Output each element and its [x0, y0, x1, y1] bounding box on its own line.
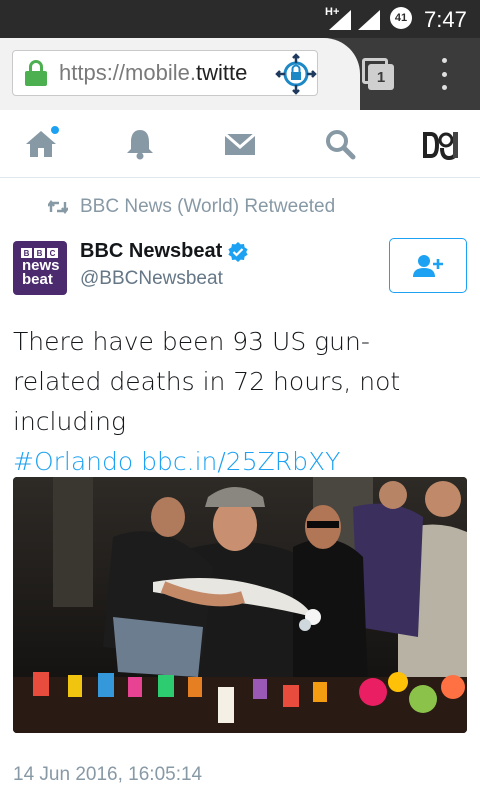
tweet-body: There have been 93 US gun-related deaths…: [13, 327, 401, 436]
browser-toolbar: https://mobile.twitte 1: [0, 38, 480, 110]
tab-switcher-button[interactable]: 1: [360, 56, 396, 92]
clock: 7:47: [424, 7, 467, 32]
battery-icon: 41: [390, 7, 412, 29]
bell-icon: [127, 130, 153, 160]
retweeted-by-text: BBC News (World) Retweeted: [80, 196, 336, 217]
url-link[interactable]: bbc.in/25ZRbXY: [141, 447, 340, 476]
verified-badge-icon: [228, 241, 248, 262]
avatar-text-line2: beat: [22, 271, 53, 288]
nav-home[interactable]: [21, 124, 61, 164]
search-icon: [326, 130, 356, 160]
wifi-signal-icon: [358, 10, 380, 30]
notification-dot: [51, 126, 59, 134]
follow-button[interactable]: [389, 238, 467, 293]
status-bar: H+ 41 7:47: [0, 0, 480, 38]
battery-level: 41: [394, 12, 408, 24]
lock-icon[interactable]: [25, 60, 47, 86]
mail-icon: [224, 132, 256, 155]
tweet-text: There have been 93 US gun-related deaths…: [13, 322, 453, 482]
add-user-icon: [413, 254, 443, 277]
hashtag-link[interactable]: #Orlando: [13, 447, 133, 476]
author-name-text: BBC Newsbeat: [80, 240, 223, 262]
nav-search[interactable]: [320, 124, 360, 164]
author-name[interactable]: BBC Newsbeat: [80, 240, 248, 263]
nav-notifications[interactable]: [120, 124, 160, 164]
twitter-nav-bar: [0, 110, 480, 178]
tweet-timestamp: 14 Jun 2016, 16:05:14: [13, 764, 203, 785]
address-bar[interactable]: https://mobile.twitte: [12, 50, 318, 96]
overflow-menu-icon[interactable]: [436, 58, 452, 90]
extension-icon[interactable]: [275, 53, 317, 95]
author-avatar[interactable]: BBC news beat: [13, 241, 67, 295]
url-scheme: https://mobile.: [59, 60, 196, 85]
url-text[interactable]: https://mobile.twitte: [59, 60, 247, 86]
retweet-icon: [48, 200, 68, 214]
author-handle[interactable]: @BBCNewsbeat: [80, 268, 223, 290]
url-host: twitte: [195, 60, 248, 85]
profile-avatar-icon[interactable]: [420, 124, 460, 164]
retweet-context[interactable]: BBC News (World) Retweeted: [48, 194, 335, 220]
tweet-photo[interactable]: [13, 477, 467, 733]
tab-count: 1: [368, 64, 394, 90]
signal-icon: [329, 10, 351, 30]
nav-messages[interactable]: [220, 124, 260, 164]
